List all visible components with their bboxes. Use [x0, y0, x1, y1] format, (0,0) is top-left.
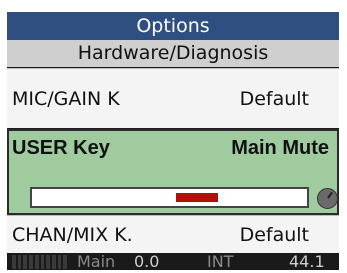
level-meter-icon — [12, 255, 68, 269]
page-title: Options — [7, 12, 339, 40]
status-main-label: Main — [77, 252, 116, 271]
chan-mix-key-value: Default — [239, 223, 309, 246]
user-key-row[interactable]: USER Key Main Mute — [7, 129, 339, 215]
chan-mix-key-row[interactable]: CHAN/MIX K. Default — [7, 215, 339, 253]
mic-gain-key-value: Default — [239, 87, 309, 110]
status-int-label: INT — [207, 252, 234, 271]
user-key-slider[interactable] — [30, 187, 309, 208]
chan-mix-key-label: CHAN/MIX K. — [12, 223, 133, 246]
status-gain-value: 0.0 — [134, 252, 160, 271]
user-key-label: USER Key — [12, 137, 110, 159]
mic-gain-key-row[interactable]: MIC/GAIN K Default — [7, 68, 339, 128]
mic-gain-key-label: MIC/GAIN K — [12, 87, 120, 110]
user-key-value: Main Mute — [231, 137, 329, 159]
knob-icon[interactable] — [317, 188, 338, 209]
options-screen: Options Hardware/Diagnosis MIC/GAIN K De… — [7, 12, 339, 270]
slider-thumb[interactable] — [176, 193, 218, 202]
status-bar: Main 0.0 INT 44.1 — [7, 253, 339, 270]
device-display: Options Hardware/Diagnosis MIC/GAIN K De… — [7, 12, 339, 270]
status-sample-rate: 44.1 — [289, 252, 325, 271]
section-title: Hardware/Diagnosis — [7, 40, 339, 67]
